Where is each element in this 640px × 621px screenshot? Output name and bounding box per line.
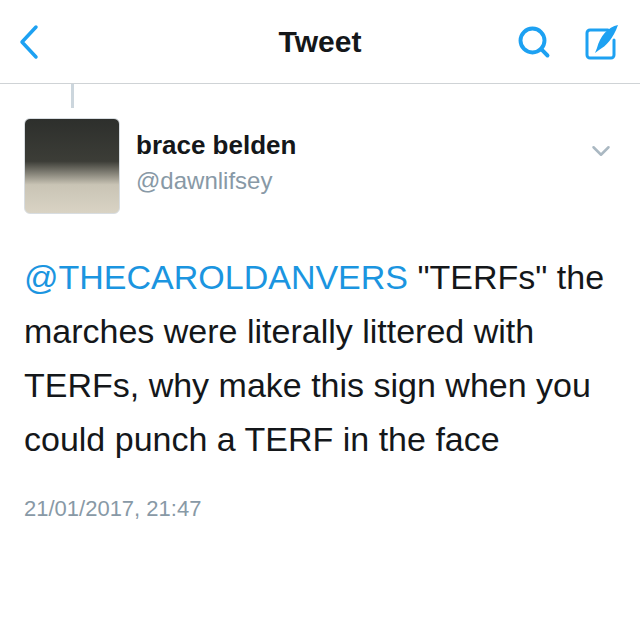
author-name[interactable]: brace belden — [136, 130, 570, 161]
back-button[interactable] — [18, 24, 40, 60]
search-button[interactable] — [516, 24, 552, 60]
nav-bar: Tweet — [0, 0, 640, 84]
nav-title: Tweet — [158, 25, 482, 59]
back-chevron-icon — [18, 24, 40, 60]
mention-link[interactable]: @THECAROLDANVERS — [24, 258, 408, 296]
compose-quill-icon — [582, 22, 622, 62]
chevron-down-icon — [586, 136, 616, 166]
author-row: brace belden @dawnlifsey — [0, 108, 640, 214]
tweet-screen: Tweet brace belden @dawnlifsey @THECAROLDAN… — [0, 0, 640, 621]
avatar[interactable] — [24, 118, 120, 214]
thread-line — [71, 84, 74, 108]
search-icon — [516, 24, 552, 60]
tweet-timestamp: 21/01/2017, 21:47 — [0, 466, 640, 534]
compose-button[interactable] — [582, 22, 622, 62]
author-handle[interactable]: @dawnlifsey — [136, 167, 570, 196]
tweet-menu-button[interactable] — [586, 118, 616, 166]
tweet-text: @THECAROLDANVERS "TERFs" the marches wer… — [0, 214, 640, 466]
